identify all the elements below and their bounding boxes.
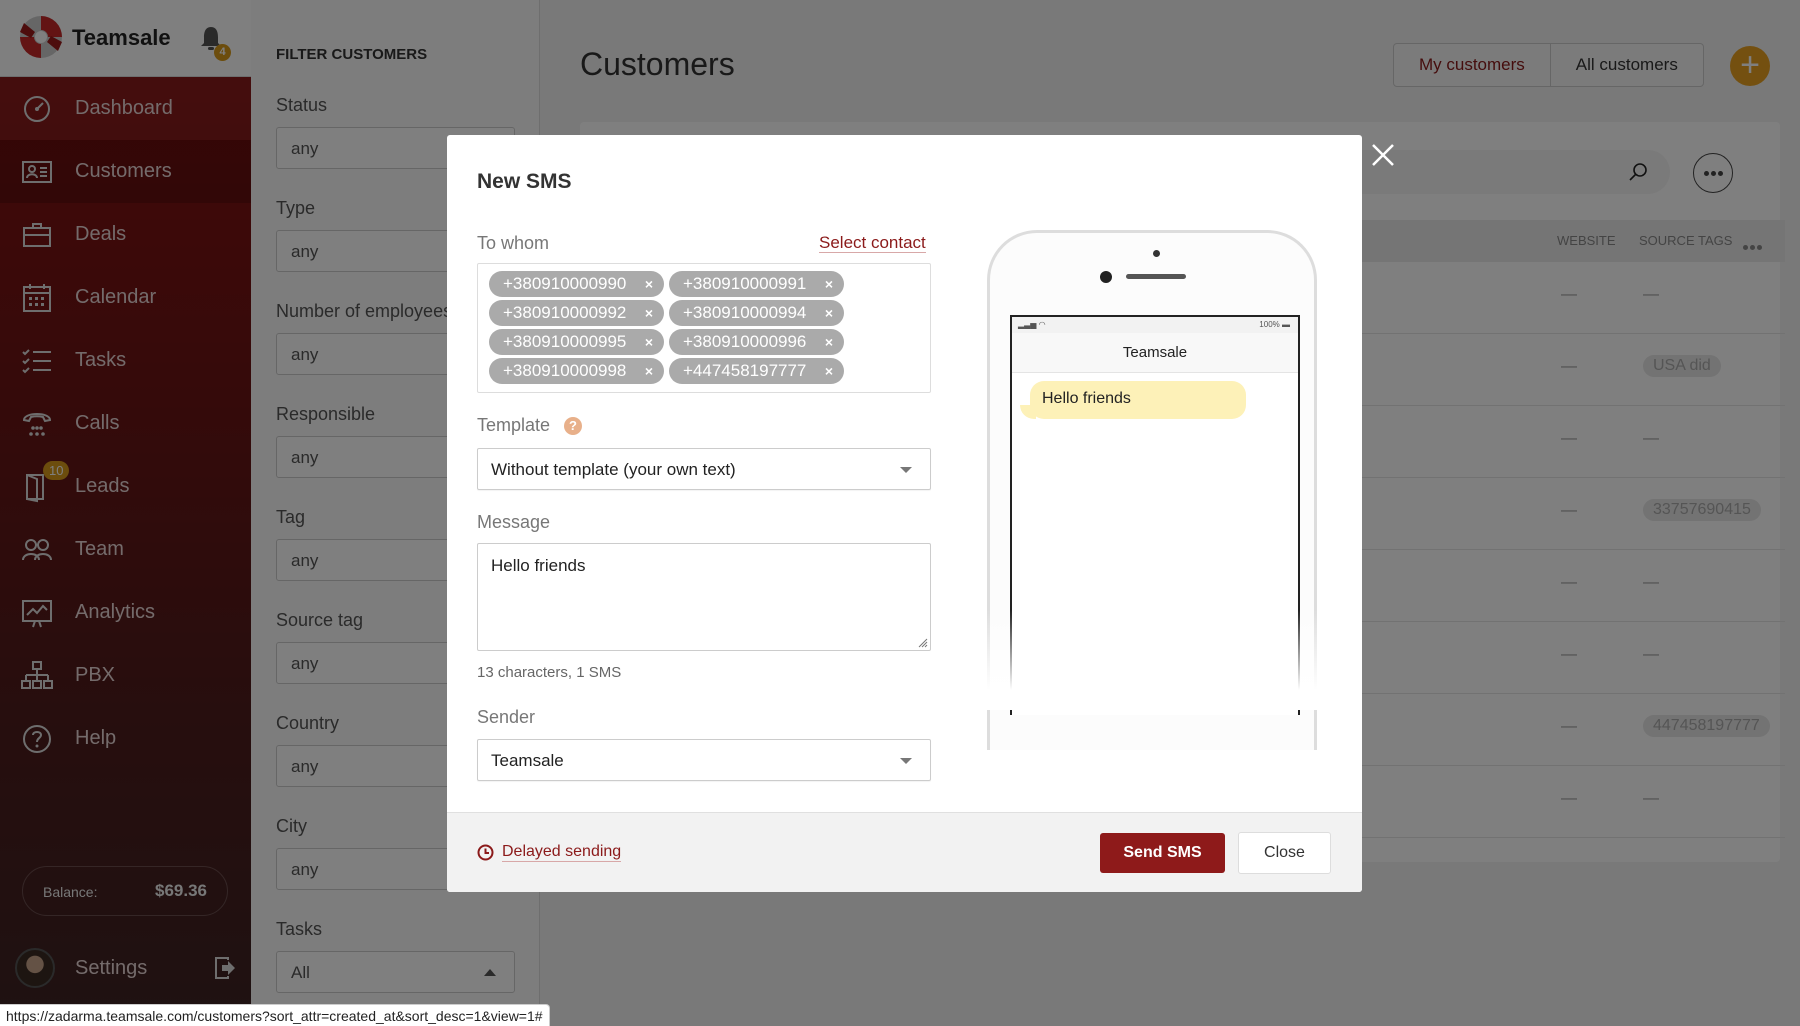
remove-recipient-icon[interactable]: × <box>645 271 653 297</box>
character-counter: 13 characters, 1 SMS <box>477 664 622 681</box>
recipient-chip: +380910000992 × <box>489 300 664 326</box>
message-value: Hello friends <box>491 556 586 575</box>
recipient-number: +380910000991 <box>683 274 807 293</box>
recipient-number: +380910000995 <box>503 332 627 351</box>
remove-recipient-icon[interactable]: × <box>645 358 653 384</box>
remove-recipient-icon[interactable]: × <box>825 329 833 355</box>
battery-level: 100% <box>1259 320 1280 329</box>
close-button[interactable]: Close <box>1238 832 1331 874</box>
select-contact-link[interactable]: Select contact <box>819 233 926 253</box>
message-textarea[interactable]: Hello friends <box>477 543 931 651</box>
remove-recipient-icon[interactable]: × <box>645 300 653 326</box>
sender-label: Sender <box>477 707 536 727</box>
speaker-grill <box>1126 274 1186 279</box>
recipient-chip: +380910000990 × <box>489 271 664 297</box>
recipient-chip: +447458197777 × <box>669 358 844 384</box>
sms-preview-phone: ▂▃▅ ◠ 100% ▬ Teamsale Hello friends <box>977 230 1327 750</box>
recipient-chip: +380910000994 × <box>669 300 844 326</box>
message-label: Message <box>477 512 551 532</box>
recipient-number: +380910000992 <box>503 303 627 322</box>
preview-app-name: Teamsale <box>1012 333 1298 373</box>
recipient-chip: +380910000998 × <box>489 358 664 384</box>
recipient-number: +380910000998 <box>503 361 627 380</box>
new-sms-dialog: New SMS To whom Select contact +38091000… <box>447 135 1362 892</box>
preview-message-bubble: Hello friends <box>1030 381 1246 419</box>
recipient-chip: +380910000996 × <box>669 329 844 355</box>
status-bar-url: https://zadarma.teamsale.com/customers?s… <box>0 1004 550 1026</box>
remove-recipient-icon[interactable]: × <box>825 358 833 384</box>
signal-icon: ▂▃▅ ◠ <box>1018 320 1046 329</box>
clock-icon <box>477 844 494 861</box>
front-camera <box>1100 271 1112 283</box>
dialog-title: New SMS <box>477 170 572 193</box>
help-question-icon[interactable]: ? <box>564 417 582 435</box>
remove-recipient-icon[interactable]: × <box>825 300 833 326</box>
remove-recipient-icon[interactable]: × <box>645 329 653 355</box>
delayed-sending-link[interactable]: Delayed sending <box>477 843 622 862</box>
remove-recipient-icon[interactable]: × <box>825 271 833 297</box>
recipient-chip: +380910000995 × <box>489 329 664 355</box>
recipient-number: +380910000996 <box>683 332 807 351</box>
chevron-down-icon <box>900 758 912 764</box>
recipient-number: +380910000994 <box>683 303 807 322</box>
send-sms-button[interactable]: Send SMS <box>1100 833 1225 873</box>
resize-handle-icon[interactable] <box>916 636 928 648</box>
delayed-sending-label: Delayed sending <box>502 843 622 862</box>
camera-dot <box>1153 250 1160 257</box>
dialog-footer: Delayed sending Send SMS Close <box>447 812 1362 892</box>
sender-value: Teamsale <box>491 751 564 770</box>
recipients-field[interactable]: +380910000990 × +380910000991 × +38091000099… <box>477 263 931 393</box>
sender-select[interactable]: Teamsale <box>477 739 931 781</box>
recipient-chip: +380910000991 × <box>669 271 844 297</box>
battery-icon: 100% ▬ <box>1259 320 1290 329</box>
chevron-down-icon <box>900 467 912 473</box>
phone-status-bar: ▂▃▅ ◠ 100% ▬ <box>1012 317 1298 333</box>
template-select[interactable]: Without template (your own text) <box>477 448 931 490</box>
template-label: Template <box>477 415 551 435</box>
phone-fade <box>977 610 1327 710</box>
template-value: Without template (your own text) <box>491 460 736 479</box>
to-whom-label: To whom <box>477 233 550 253</box>
modal-close-icon[interactable] <box>1370 142 1396 168</box>
recipient-number: +447458197777 <box>683 361 807 380</box>
recipient-number: +380910000990 <box>503 274 627 293</box>
